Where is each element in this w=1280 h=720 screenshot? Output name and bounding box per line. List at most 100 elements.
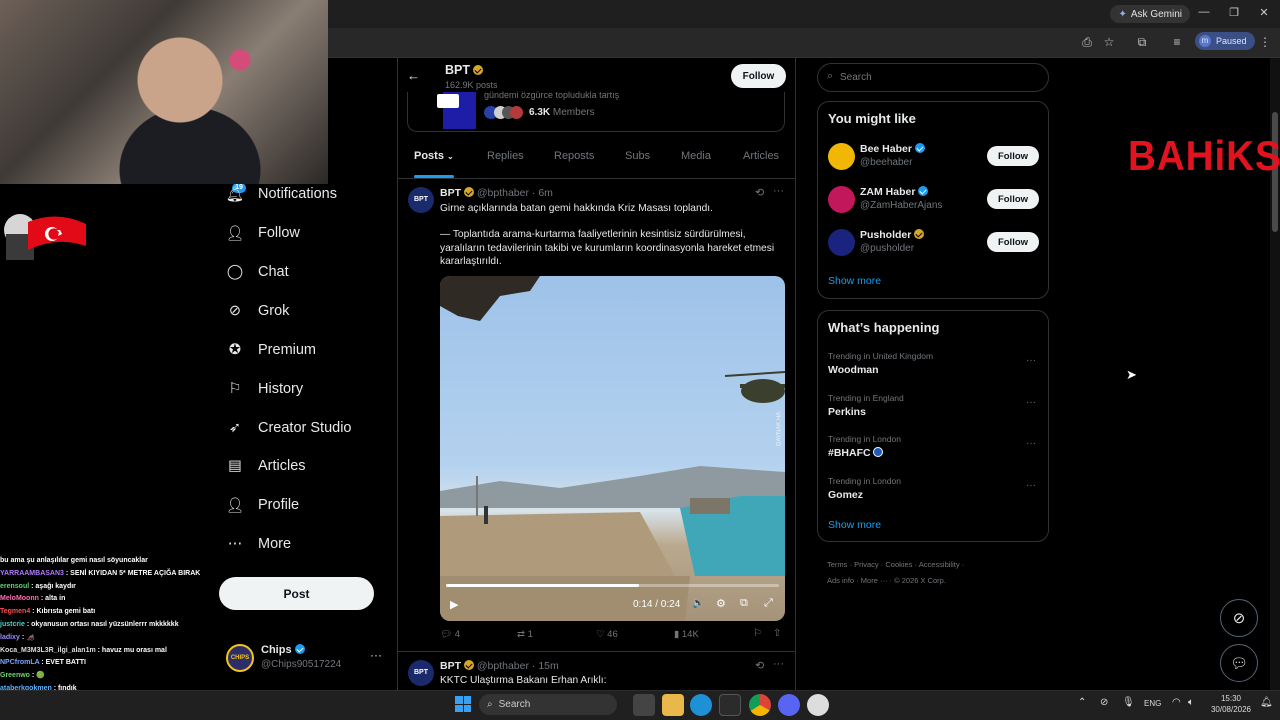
install-app-icon[interactable]: ⎙	[1079, 35, 1095, 50]
clock[interactable]: 15:30 30/08/2026	[1208, 693, 1254, 715]
minimize-icon[interactable]: —	[1196, 6, 1212, 18]
grok-floating-button[interactable]: ⊘	[1220, 599, 1258, 637]
sidebar-item-history[interactable]: ⚐ History	[226, 374, 304, 404]
footer-link[interactable]: Privacy	[854, 560, 879, 569]
browser-menu-icon[interactable]: ⋮	[1257, 35, 1273, 49]
sidebar-item-chat[interactable]: ◯ Chat	[226, 257, 289, 287]
microphone-icon[interactable]: 🎙︎	[1122, 697, 1135, 708]
account-more-icon[interactable]: ···	[370, 648, 382, 662]
tweet-author-name[interactable]: BPT	[440, 660, 461, 672]
trend-more-icon[interactable]: ···	[1026, 397, 1036, 408]
sidebar-item-more[interactable]: ⋯ More	[226, 529, 291, 559]
follow-button[interactable]: Follow	[987, 146, 1039, 166]
trend-item[interactable]: Trending in London #BHAFC ···	[828, 434, 1040, 468]
trend-item[interactable]: Trending in England Perkins ···	[828, 393, 1040, 427]
post-button[interactable]: Post	[219, 577, 374, 610]
footer-link[interactable]: More ···	[861, 576, 888, 585]
suggested-account[interactable]: Bee Haber @beehaber Follow	[828, 142, 1040, 172]
tab-reposts[interactable]: Reposts	[554, 150, 594, 170]
extensions-icon[interactable]: ⧉	[1134, 35, 1150, 50]
tweet-time[interactable]: 6m	[538, 187, 553, 199]
tweet-author-name[interactable]: BPT	[440, 187, 461, 199]
volume-icon[interactable]: 🔈	[692, 598, 704, 609]
like-button[interactable]: ♡ 46	[596, 629, 618, 640]
trend-more-icon[interactable]: ···	[1026, 438, 1036, 449]
community-card[interactable]: gündemi özgürce topludukla tartış 6.3K M…	[407, 90, 785, 132]
views-button[interactable]: ▮ 14K	[674, 629, 699, 640]
trend-more-icon[interactable]: ···	[1026, 355, 1036, 366]
footer-link[interactable]: Ads info	[827, 576, 854, 585]
footer-link[interactable]: Accessibility	[919, 560, 960, 569]
volume-icon[interactable]: 🔈︎	[1188, 697, 1194, 708]
edge-icon[interactable]	[690, 694, 712, 716]
pip-icon[interactable]: ⧉	[740, 597, 748, 610]
video-play-icon[interactable]: ▶	[450, 598, 458, 611]
tab-replies[interactable]: Replies	[487, 150, 524, 170]
tweet-author-handle[interactable]: @bpthaber	[477, 187, 529, 199]
reading-list-icon[interactable]: ≡	[1169, 35, 1185, 49]
footer-link[interactable]: Terms	[827, 560, 847, 569]
follow-button[interactable]: Follow	[987, 189, 1039, 209]
tray-chevron-icon[interactable]: ⌃	[1078, 697, 1086, 708]
profile-paused-button[interactable]: m Paused	[1195, 32, 1255, 50]
share-icon[interactable]: ⇧	[773, 628, 781, 639]
follow-button[interactable]: Follow	[987, 232, 1039, 252]
tab-media[interactable]: Media	[681, 150, 711, 170]
sidebar-item-follow[interactable]: 👤︎ Follow	[226, 218, 300, 248]
repost-button[interactable]: ⇄ 1	[517, 629, 533, 640]
tweet-avatar[interactable]: BPT	[408, 660, 434, 686]
video-settings-icon[interactable]: ⚙	[716, 597, 726, 610]
sidebar-item-grok[interactable]: ⊘ Grok	[226, 296, 290, 326]
sidebar-item-premium[interactable]: ✪ Premium	[226, 335, 316, 365]
chat-text: : aşağı kaydır	[31, 582, 76, 590]
chrome-icon[interactable]	[749, 694, 771, 716]
discord-icon[interactable]	[778, 694, 800, 716]
fullscreen-icon[interactable]: ⤢	[764, 597, 773, 610]
sidebar-item-creator-studio[interactable]: ➶ Creator Studio	[226, 413, 352, 443]
video-progress-track[interactable]	[446, 584, 779, 587]
app-icon[interactable]	[807, 694, 829, 716]
tab-articles[interactable]: Articles	[743, 150, 779, 170]
language-indicator[interactable]: ENG	[1144, 699, 1161, 708]
trends-show-more[interactable]: Show more	[828, 519, 881, 531]
who-to-follow-show-more[interactable]: Show more	[828, 275, 881, 287]
trend-item[interactable]: Trending in London Gomez ···	[828, 476, 1040, 510]
back-arrow-icon[interactable]: ←	[407, 68, 420, 83]
suggested-account[interactable]: ZAM Haber @ZamHaberAjans Follow	[828, 185, 1040, 215]
bookmark-star-icon[interactable]: ☆	[1101, 35, 1117, 49]
taskbar-search[interactable]: ⌕ Search	[479, 694, 617, 715]
start-icon[interactable]	[455, 696, 471, 712]
tweet-video[interactable]: GAYNAK HA ▶ 0:14 / 0:24 🔈 ⚙ ⧉ ⤢	[440, 276, 785, 621]
tab-subs[interactable]: Subs	[625, 150, 650, 170]
network-off-icon[interactable]: ⊘	[1100, 697, 1108, 708]
grok-explain-icon[interactable]: ⟲	[755, 186, 764, 199]
footer-link[interactable]: Cookies	[885, 560, 912, 569]
trend-item[interactable]: Trending in United Kingdom Woodman ···	[828, 351, 1040, 385]
notifications-bell-icon[interactable]: 🔔︎	[1260, 697, 1273, 708]
sidebar-item-articles[interactable]: ▤ Articles	[226, 451, 305, 481]
search-input[interactable]	[840, 69, 1040, 86]
chat-floating-button[interactable]: 💬︎	[1220, 644, 1258, 682]
tab-posts[interactable]: Posts ⌄	[414, 150, 454, 170]
tweet-more-icon[interactable]: ···	[773, 658, 784, 670]
ask-gemini-button[interactable]: ✦ Ask Gemini	[1110, 5, 1190, 23]
grok-explain-icon[interactable]: ⟲	[755, 659, 764, 672]
sidebar-item-profile[interactable]: 👤︎ Profile	[226, 490, 299, 520]
file-explorer-icon[interactable]	[662, 694, 684, 716]
tweet-avatar[interactable]: BPT	[408, 187, 434, 213]
store-icon[interactable]	[719, 694, 741, 716]
task-view-icon[interactable]	[633, 694, 655, 716]
trend-more-icon[interactable]: ···	[1026, 480, 1036, 491]
tweet-author-handle[interactable]: @bpthaber	[477, 660, 529, 672]
profile-follow-button[interactable]: Follow	[731, 64, 786, 88]
close-icon[interactable]: ✕	[1256, 6, 1272, 19]
wifi-icon[interactable]: ◠	[1172, 697, 1181, 708]
tweet-time[interactable]: 15m	[538, 660, 558, 672]
account-switcher[interactable]: CHIPS Chips @Chips90517224 ···	[226, 642, 386, 678]
suggested-account[interactable]: Pusholder @pusholder Follow	[828, 228, 1040, 258]
bookmark-button-icon[interactable]: ⚐	[753, 628, 762, 639]
reply-button[interactable]: 💬︎ 4	[440, 629, 460, 640]
search-box[interactable]: ⌕	[817, 63, 1049, 92]
tweet-more-icon[interactable]: ···	[773, 185, 784, 197]
restore-icon[interactable]: ❐	[1226, 6, 1242, 19]
